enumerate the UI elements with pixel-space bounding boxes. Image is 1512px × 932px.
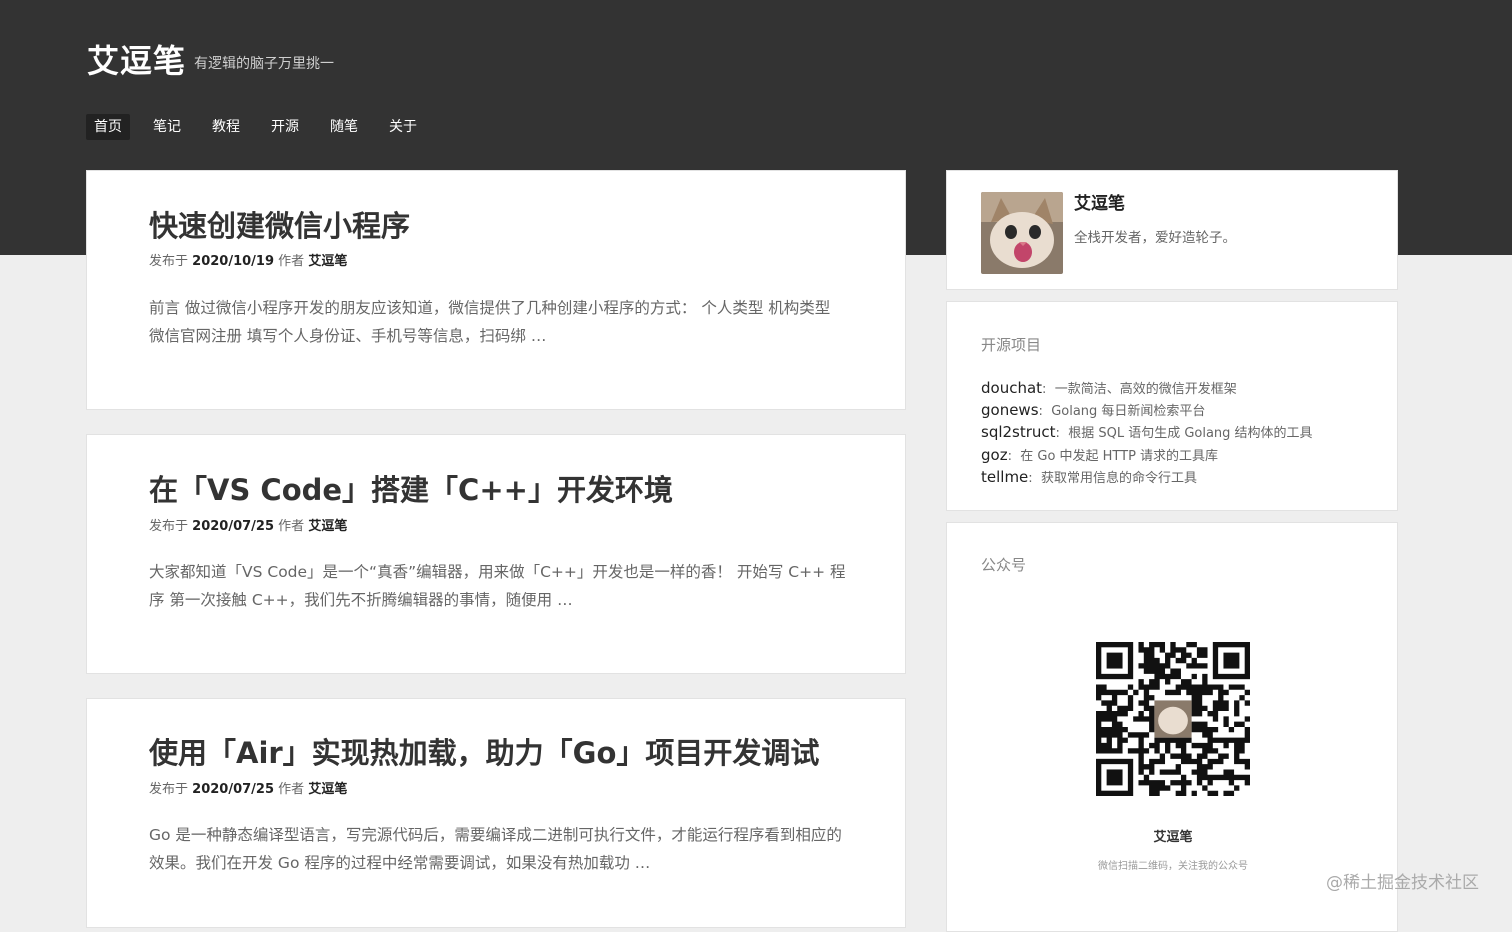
post-title[interactable]: 使用「Air」实现热加载，助力「Go」项目开发调试 bbox=[149, 730, 819, 772]
nav-item-essays[interactable]: 随笔 bbox=[322, 114, 366, 140]
list-item: gonews: Golang 每日新闻检索平台 bbox=[981, 401, 1206, 420]
widget-title: 开源项目 bbox=[981, 336, 1042, 354]
nav-item-notes[interactable]: 笔记 bbox=[145, 114, 189, 140]
list-item: goz: 在 Go 中发起 HTTP 请求的工具库 bbox=[981, 445, 1219, 464]
post-title[interactable]: 在「VS Code」搭建「C++」开发环境 bbox=[149, 467, 673, 509]
qr-account-name: 艾逗笔 bbox=[1153, 830, 1193, 845]
qr-code-image bbox=[1096, 642, 1250, 796]
nav-item-tutorials[interactable]: 教程 bbox=[204, 114, 248, 140]
site-description: 有逻辑的脑子万里挑一 bbox=[194, 56, 334, 72]
post-date[interactable]: 2020/10/19 bbox=[192, 254, 274, 269]
post-author-prefix: 作者 bbox=[278, 782, 305, 797]
post-excerpt: 大家都知道「VS Code」是一个“真香”编辑器，用来做「C++」开发也是一样的… bbox=[149, 563, 846, 609]
post-title[interactable]: 快速创建微信小程序 bbox=[149, 203, 410, 245]
project-desc: Golang 每日新闻检索平台 bbox=[1051, 404, 1206, 420]
post-meta: 发布于 2020/10/19 作者 艾逗笔 bbox=[149, 250, 347, 269]
post-date[interactable]: 2020/07/25 bbox=[192, 519, 274, 534]
list-item: tellme: 获取常用信息的命令行工具 bbox=[981, 467, 1197, 486]
post-author[interactable]: 艾逗笔 bbox=[308, 254, 347, 269]
project-link[interactable]: douchat bbox=[981, 379, 1042, 397]
post-excerpt: Go 是一种静态编译型语言，写完源代码后，需要编译成二进制可执行文件，才能运行程… bbox=[149, 826, 842, 872]
post-card: 使用「Air」实现热加载，助力「Go」项目开发调试 发布于 2020/07/25… bbox=[86, 698, 906, 928]
post-date[interactable]: 2020/07/25 bbox=[192, 782, 274, 797]
author-bio: 全栈开发者，爱好造轮子。 bbox=[1074, 230, 1236, 246]
post-card: 在「VS Code」搭建「C++」开发环境 发布于 2020/07/25 作者 … bbox=[86, 434, 906, 674]
post-author-prefix: 作者 bbox=[278, 254, 305, 269]
post-card: 快速创建微信小程序 发布于 2020/10/19 作者 艾逗笔 前言 做过微信小… bbox=[86, 170, 906, 410]
project-desc: 获取常用信息的命令行工具 bbox=[1040, 470, 1197, 486]
site-title[interactable]: 艾逗笔 bbox=[87, 36, 186, 82]
project-list: douchat: 一款简洁、高效的微信开发框架 gonews: Golang 每… bbox=[981, 378, 1313, 489]
projects-widget: 开源项目 douchat: 一款简洁、高效的微信开发框架 gonews: Gol… bbox=[946, 301, 1398, 511]
avatar[interactable] bbox=[981, 192, 1063, 274]
post-author-prefix: 作者 bbox=[278, 519, 305, 534]
project-link[interactable]: gonews bbox=[981, 401, 1039, 419]
cat-avatar-image bbox=[981, 192, 1063, 274]
project-desc: 在 Go 中发起 HTTP 请求的工具库 bbox=[1020, 448, 1219, 464]
main-nav: 首页 笔记 教程 开源 随笔 关于 bbox=[86, 114, 440, 140]
nav-item-home[interactable]: 首页 bbox=[86, 114, 130, 140]
nav-item-about[interactable]: 关于 bbox=[381, 114, 425, 140]
profile-widget: 艾逗笔 全栈开发者，爱好造轮子。 bbox=[946, 170, 1398, 290]
project-link[interactable]: sql2struct bbox=[981, 423, 1056, 441]
project-link[interactable]: goz bbox=[981, 446, 1008, 464]
widget-title: 公众号 bbox=[981, 556, 1027, 574]
post-meta-prefix: 发布于 bbox=[149, 519, 189, 534]
nav-item-opensource[interactable]: 开源 bbox=[263, 114, 307, 140]
list-item: sql2struct: 根据 SQL 语句生成 Golang 结构体的工具 bbox=[981, 423, 1313, 442]
post-meta: 发布于 2020/07/25 作者 艾逗笔 bbox=[149, 515, 347, 534]
project-desc: 一款简洁、高效的微信开发框架 bbox=[1054, 382, 1237, 397]
post-author[interactable]: 艾逗笔 bbox=[308, 782, 347, 797]
post-meta-prefix: 发布于 bbox=[149, 782, 189, 797]
author-name[interactable]: 艾逗笔 bbox=[1074, 189, 1125, 214]
post-meta: 发布于 2020/07/25 作者 艾逗笔 bbox=[149, 778, 347, 797]
list-item: douchat: 一款简洁、高效的微信开发框架 bbox=[981, 379, 1237, 397]
post-meta-prefix: 发布于 bbox=[149, 254, 189, 269]
project-desc: 根据 SQL 语句生成 Golang 结构体的工具 bbox=[1068, 426, 1313, 442]
post-author[interactable]: 艾逗笔 bbox=[308, 519, 347, 534]
watermark: @稀土掘金技术社区 bbox=[1326, 873, 1479, 893]
project-link[interactable]: tellme bbox=[981, 468, 1028, 486]
post-excerpt: 前言 做过微信小程序开发的朋友应该知道，微信提供了几种创建小程序的方式： 个人类… bbox=[149, 299, 831, 345]
